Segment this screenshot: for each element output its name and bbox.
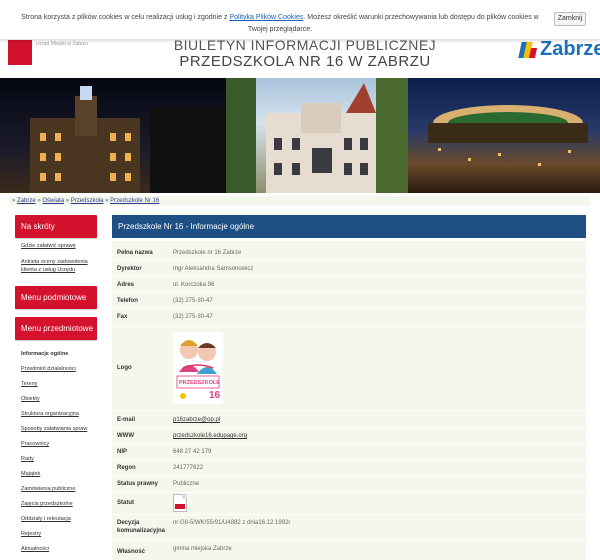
row-divider bbox=[112, 276, 586, 277]
menu-podmiotowe-button[interactable]: Menu podmiotowe bbox=[15, 286, 97, 309]
row-divider bbox=[112, 540, 586, 541]
row-label-fax: Fax bbox=[117, 314, 128, 320]
breadcrumb-separator: » bbox=[105, 198, 109, 204]
page-title: Przedszkole Nr 16 - Informacje ogólne bbox=[112, 215, 586, 238]
row-label-dyrektor: Dyrektor bbox=[117, 266, 142, 272]
row-value-regon: 241777622 bbox=[173, 465, 204, 471]
row-value-email[interactable]: p16zabrze@op.pl bbox=[173, 416, 220, 424]
row-label-logo: Logo bbox=[117, 365, 132, 371]
row-divider bbox=[112, 428, 586, 429]
cookie-policy-link[interactable]: Polityką Plików Cookies bbox=[229, 14, 303, 21]
nav-item-rejestry[interactable]: Rejestry bbox=[21, 530, 101, 538]
zabrze-mark-icon bbox=[518, 42, 538, 58]
breadcrumb-item-zabrze[interactable]: Zabrze bbox=[17, 198, 36, 204]
pdf-tag bbox=[175, 504, 185, 509]
stadium-image bbox=[428, 105, 588, 166]
nav-item-przedmiot-dzialalnosci[interactable]: Przedmiot działalności bbox=[21, 365, 101, 373]
breadcrumb-separator: » bbox=[37, 198, 41, 204]
row-value-decyzja: nr GII-5/WK/55/91/U4882 z dnia16.12.1992… bbox=[173, 520, 291, 526]
banner-photo-town-hall bbox=[0, 78, 226, 193]
nav-item-tereny[interactable]: Tereny bbox=[21, 380, 101, 388]
town-hall-image bbox=[30, 86, 226, 193]
nav-item-struktura[interactable]: Struktura organizacyjna bbox=[21, 410, 101, 418]
row-divider bbox=[112, 308, 586, 309]
row-value-adres: ul. Korczoka 96 bbox=[173, 282, 215, 288]
row-label-decyzja: Decyzja komunalizacyjna bbox=[117, 520, 166, 534]
row-label-adres: Adres bbox=[117, 282, 135, 288]
row-label-www: WWW bbox=[117, 433, 134, 439]
cookie-close-button[interactable]: Zamknij bbox=[554, 12, 586, 26]
nav-item-oddzialy[interactable]: Oddziały i rekrutacja bbox=[21, 515, 101, 523]
institution-title: PRZEDSZKOLA NR 16 W ZABRZU bbox=[179, 53, 431, 70]
shortcut-ankieta[interactable]: Ankieta oceny zadowolenia klienta z usłu… bbox=[21, 258, 101, 274]
villa-image bbox=[226, 78, 408, 193]
cookie-banner: Strona korzysta z plików cookies w celu … bbox=[0, 0, 600, 40]
breadcrumb: » Zabrze » Oświata » Przedszkola » Przed… bbox=[10, 196, 590, 206]
nav-item-pracownicy[interactable]: Pracownicy bbox=[21, 440, 101, 448]
nav-item-majatek[interactable]: Majątek bbox=[21, 470, 101, 478]
row-label-regon: Regon bbox=[117, 465, 136, 471]
preschool-logo-text: PRZEDSZKOLE bbox=[179, 380, 220, 386]
preschool-logo-number: 16 bbox=[209, 390, 221, 401]
banner-photo-stadium bbox=[408, 78, 600, 193]
row-divider bbox=[112, 292, 586, 293]
row-value-status-prawny: Publiczne bbox=[173, 481, 200, 487]
nav-item-rady[interactable]: Rady bbox=[21, 455, 101, 463]
row-value-dyrektor: mgr Aleksandra Samsonowicz bbox=[173, 266, 254, 272]
na-skroty-button[interactable]: Na skróty bbox=[15, 215, 97, 238]
pdf-fold bbox=[182, 494, 187, 499]
row-value-nip: 648 27 42 179 bbox=[173, 449, 212, 455]
row-value-www[interactable]: przedszkole16.edupage.org bbox=[173, 432, 247, 440]
nav-item-informacje-ogolne[interactable]: Informacje ogólne bbox=[21, 350, 101, 358]
banner-photo-villa bbox=[226, 78, 408, 193]
breadcrumb-item-oswiata[interactable]: Oświata bbox=[42, 198, 64, 204]
row-divider bbox=[112, 514, 586, 515]
row-label-wlasnosc: Własność bbox=[117, 549, 146, 555]
row-divider bbox=[112, 476, 586, 477]
breadcrumb-item-przedszkola[interactable]: Przedszkola bbox=[71, 198, 104, 204]
row-label-nip: NIP bbox=[117, 449, 128, 455]
row-divider bbox=[112, 326, 586, 327]
row-label-pelna-nazwa: Pełna nazwa bbox=[117, 250, 153, 256]
shortcut-gdzie-zalatwic[interactable]: Gdzie załatwić sprawę bbox=[21, 242, 101, 250]
menu-przedmiotowe-button[interactable]: Menu przedmiotowe bbox=[15, 317, 97, 340]
cookie-text-start: Strona korzysta z plików cookies w celu … bbox=[21, 14, 230, 21]
nav-item-obiekty[interactable]: Obiekty bbox=[21, 395, 101, 403]
row-divider bbox=[112, 410, 586, 411]
zabrze-logo[interactable]: Zabrze bbox=[518, 38, 600, 62]
nav-item-aktualnosci[interactable]: Aktualności bbox=[21, 545, 101, 553]
nav-item-zajecia[interactable]: Zajęcia przedszkolne bbox=[21, 500, 101, 508]
nav-item-zamowienia[interactable]: Zamówienia publiczne bbox=[21, 485, 101, 493]
header-banner bbox=[0, 78, 600, 193]
row-label-statut: Statut bbox=[117, 500, 134, 506]
cookie-message: Strona korzysta z plików cookies w celu … bbox=[20, 12, 540, 36]
row-divider bbox=[112, 444, 586, 445]
preschool-logo: PRZEDSZKOLE 16 bbox=[173, 332, 223, 404]
row-value-pelna-nazwa: Przedszkole nr 16 Zabrze bbox=[173, 250, 242, 256]
crest-caption: Urząd Miejski w Zabrzu bbox=[36, 41, 88, 47]
row-label-email: E-mail bbox=[117, 417, 136, 423]
zabrze-logo-text: Zabrze bbox=[540, 38, 600, 60]
row-value-fax: (32) 275-30-47 bbox=[173, 314, 213, 320]
pdf-icon[interactable] bbox=[173, 494, 187, 512]
breadcrumb-separator: » bbox=[12, 198, 16, 204]
row-label-status-prawny: Status prawny bbox=[117, 481, 159, 487]
row-value-wlasnosc: gmina miejska Zabrze bbox=[173, 546, 232, 552]
row-label-telefon: Telefon bbox=[117, 298, 138, 304]
preschool-logo-image: PRZEDSZKOLE 16 bbox=[176, 340, 221, 401]
row-divider bbox=[112, 460, 586, 461]
row-value-telefon: (32) 275-30-47 bbox=[173, 298, 213, 304]
row-divider bbox=[112, 492, 586, 493]
breadcrumb-item-przedszkole-16[interactable]: Przedszkole Nr 16 bbox=[110, 198, 159, 204]
row-divider bbox=[112, 260, 586, 261]
nav-item-sposoby-zalatwiania[interactable]: Sposoby załatwiania spraw bbox=[21, 425, 101, 433]
breadcrumb-separator: » bbox=[65, 198, 70, 204]
